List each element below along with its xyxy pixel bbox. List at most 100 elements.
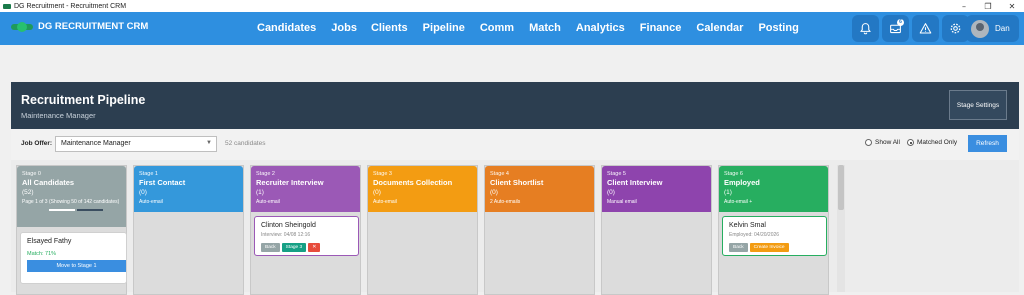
remove-button[interactable]: ✕ bbox=[308, 243, 321, 252]
refresh-button[interactable]: Refresh bbox=[968, 135, 1007, 152]
stage-count: (52) bbox=[22, 189, 34, 196]
interview-date: Interview: 04/08 12:16 bbox=[261, 232, 311, 238]
matched-only-radio[interactable]: Matched Only bbox=[907, 139, 957, 146]
chevron-down-icon: ▼ bbox=[206, 140, 212, 146]
stage-number: Stage 2 bbox=[256, 171, 275, 177]
stage-header-3: Stage 3 Documents Collection (0) Auto-em… bbox=[368, 166, 477, 212]
nav-icon-group: 6 bbox=[852, 15, 969, 42]
window-titlebar: DG Recruitment - Recruitment CRM – ❐ ✕ bbox=[0, 0, 1024, 12]
job-offer-label: Job Offer: bbox=[21, 140, 53, 147]
nav-candidates[interactable]: Candidates bbox=[257, 22, 316, 34]
stage-name: All Candidates bbox=[22, 178, 75, 187]
stage-name: Client Interview bbox=[607, 178, 663, 187]
stage-header-1: Stage 1 First Contact (0) Auto-email bbox=[134, 166, 243, 212]
stage-name: Recruiter Interview bbox=[256, 178, 324, 187]
close-window-button[interactable]: ✕ bbox=[1000, 0, 1024, 12]
candidate-count: 52 candidates bbox=[225, 140, 266, 147]
move-to-stage-button[interactable]: Move to Stage 1 bbox=[27, 260, 126, 272]
next-stage-button[interactable]: Stage 3 bbox=[281, 243, 307, 252]
stage-number: Stage 4 bbox=[490, 171, 509, 177]
stage-note: Auto-email bbox=[256, 199, 280, 205]
notifications-button[interactable] bbox=[852, 15, 879, 42]
pipeline-panel: Recruitment Pipeline Maintenance Manager… bbox=[11, 82, 1019, 295]
nav-comm[interactable]: Comm bbox=[480, 22, 514, 34]
nav-posting[interactable]: Posting bbox=[758, 22, 798, 34]
bell-icon bbox=[860, 23, 871, 35]
radio-on-icon bbox=[907, 139, 914, 146]
pipeline-header: Recruitment Pipeline Maintenance Manager… bbox=[11, 82, 1019, 129]
brand[interactable]: DG RECRUITMENT CRM bbox=[11, 21, 148, 32]
stage-count: (0) bbox=[490, 189, 498, 196]
nav-jobs[interactable]: Jobs bbox=[331, 22, 357, 34]
stage-name: Client Shortlist bbox=[490, 178, 544, 187]
brand-logo-icon bbox=[11, 21, 33, 32]
nav-pipeline[interactable]: Pipeline bbox=[423, 22, 465, 34]
stage-number: Stage 5 bbox=[607, 171, 626, 177]
stage-settings-button[interactable]: Stage Settings bbox=[949, 90, 1007, 120]
back-button[interactable]: Back bbox=[729, 243, 748, 252]
stage-header-6: Stage 6 Employed (1) Auto-email + bbox=[719, 166, 828, 212]
matched-only-label: Matched Only bbox=[917, 139, 958, 146]
scrollbar-thumb[interactable] bbox=[838, 165, 844, 210]
minimize-button[interactable]: – bbox=[952, 0, 976, 12]
nav-clients[interactable]: Clients bbox=[371, 22, 408, 34]
settings-button[interactable] bbox=[942, 15, 969, 42]
stage-column-5: Stage 5 Client Interview (0) Manual emai… bbox=[601, 165, 712, 295]
page-title: Recruitment Pipeline bbox=[21, 93, 146, 107]
candidate-name: Kelvin Smal bbox=[729, 222, 766, 229]
job-offer-select[interactable]: Maintenance Manager ▼ bbox=[55, 136, 217, 152]
candidate-card[interactable]: Kelvin Smal Employed: 04/20/2026 Back Cr… bbox=[722, 216, 827, 256]
stage-number: Stage 1 bbox=[139, 171, 158, 177]
stage-note: Auto-email bbox=[373, 199, 397, 205]
stage-count: (0) bbox=[607, 189, 615, 196]
stage-name: Documents Collection bbox=[373, 178, 453, 187]
stage-column-3: Stage 3 Documents Collection (0) Auto-em… bbox=[367, 165, 478, 295]
stage-column-4: Stage 4 Client Shortlist (0) 2 Auto-emai… bbox=[484, 165, 595, 295]
create-invoice-button[interactable]: Create Invoice bbox=[749, 243, 789, 252]
employed-date: Employed: 04/20/2026 bbox=[729, 232, 780, 238]
job-offer-value: Maintenance Manager bbox=[61, 140, 131, 147]
show-all-radio[interactable]: Show All bbox=[865, 139, 900, 146]
user-name: Dan bbox=[995, 24, 1010, 33]
stage-number: Stage 6 bbox=[724, 171, 743, 177]
pipeline-board: Stage 0 All Candidates (52) Page 1 of 3 … bbox=[11, 160, 1019, 295]
app-icon bbox=[3, 3, 11, 9]
stage-note: Auto-email + bbox=[724, 199, 753, 205]
stage-header-0: Stage 0 All Candidates (52) Page 1 of 3 … bbox=[17, 166, 126, 227]
stage-column-2: Stage 2 Recruiter Interview (1) Auto-ema… bbox=[250, 165, 361, 295]
stage-column-1: Stage 1 First Contact (0) Auto-email bbox=[133, 165, 244, 295]
nav-analytics[interactable]: Analytics bbox=[576, 22, 625, 34]
stage-header-2: Stage 2 Recruiter Interview (1) Auto-ema… bbox=[251, 166, 360, 212]
nav-calendar[interactable]: Calendar bbox=[696, 22, 743, 34]
nav-match[interactable]: Match bbox=[529, 22, 561, 34]
stage-count: (1) bbox=[256, 189, 264, 196]
brand-name: DG RECRUITMENT CRM bbox=[38, 21, 149, 32]
candidate-card[interactable]: Elsayed Fathy Match: 71% Move to Stage 1 bbox=[20, 232, 127, 284]
alerts-button[interactable] bbox=[912, 15, 939, 42]
nav-links: Candidates Jobs Clients Pipeline Comm Ma… bbox=[257, 22, 814, 34]
stage-note: Page 1 of 3 (Showing 50 of 142 candidate… bbox=[22, 199, 120, 205]
window-title: DG Recruitment - Recruitment CRM bbox=[14, 2, 127, 10]
stage-column-0: Stage 0 All Candidates (52) Page 1 of 3 … bbox=[16, 165, 127, 295]
window-controls: – ❐ ✕ bbox=[952, 0, 1024, 12]
candidate-name: Clinton Sheingold bbox=[261, 222, 316, 229]
stage-note: Manual email bbox=[607, 199, 637, 205]
board-scrollbar[interactable] bbox=[837, 165, 845, 292]
candidate-card[interactable]: Clinton Sheingold Interview: 04/08 12:16… bbox=[254, 216, 359, 256]
inbox-button[interactable]: 6 bbox=[882, 15, 909, 42]
maximize-button[interactable]: ❐ bbox=[976, 0, 1000, 12]
card-actions: Back Stage 3 ✕ bbox=[261, 243, 352, 252]
nav-finance[interactable]: Finance bbox=[640, 22, 682, 34]
stage-number: Stage 0 bbox=[22, 171, 41, 177]
candidate-name: Elsayed Fathy bbox=[27, 238, 72, 245]
page-indicator bbox=[22, 209, 121, 211]
card-actions: Back Create Invoice bbox=[729, 243, 820, 252]
stage-column-6: Stage 6 Employed (1) Auto-email + Kelvin… bbox=[718, 165, 829, 295]
stage-count: (1) bbox=[724, 189, 732, 196]
radio-off-icon bbox=[865, 139, 872, 146]
warning-icon bbox=[919, 23, 932, 34]
back-button[interactable]: Back bbox=[261, 243, 280, 252]
stage-count: (0) bbox=[373, 189, 381, 196]
user-menu[interactable]: Dan bbox=[966, 15, 1019, 42]
match-score: Match: 71% bbox=[27, 251, 57, 257]
